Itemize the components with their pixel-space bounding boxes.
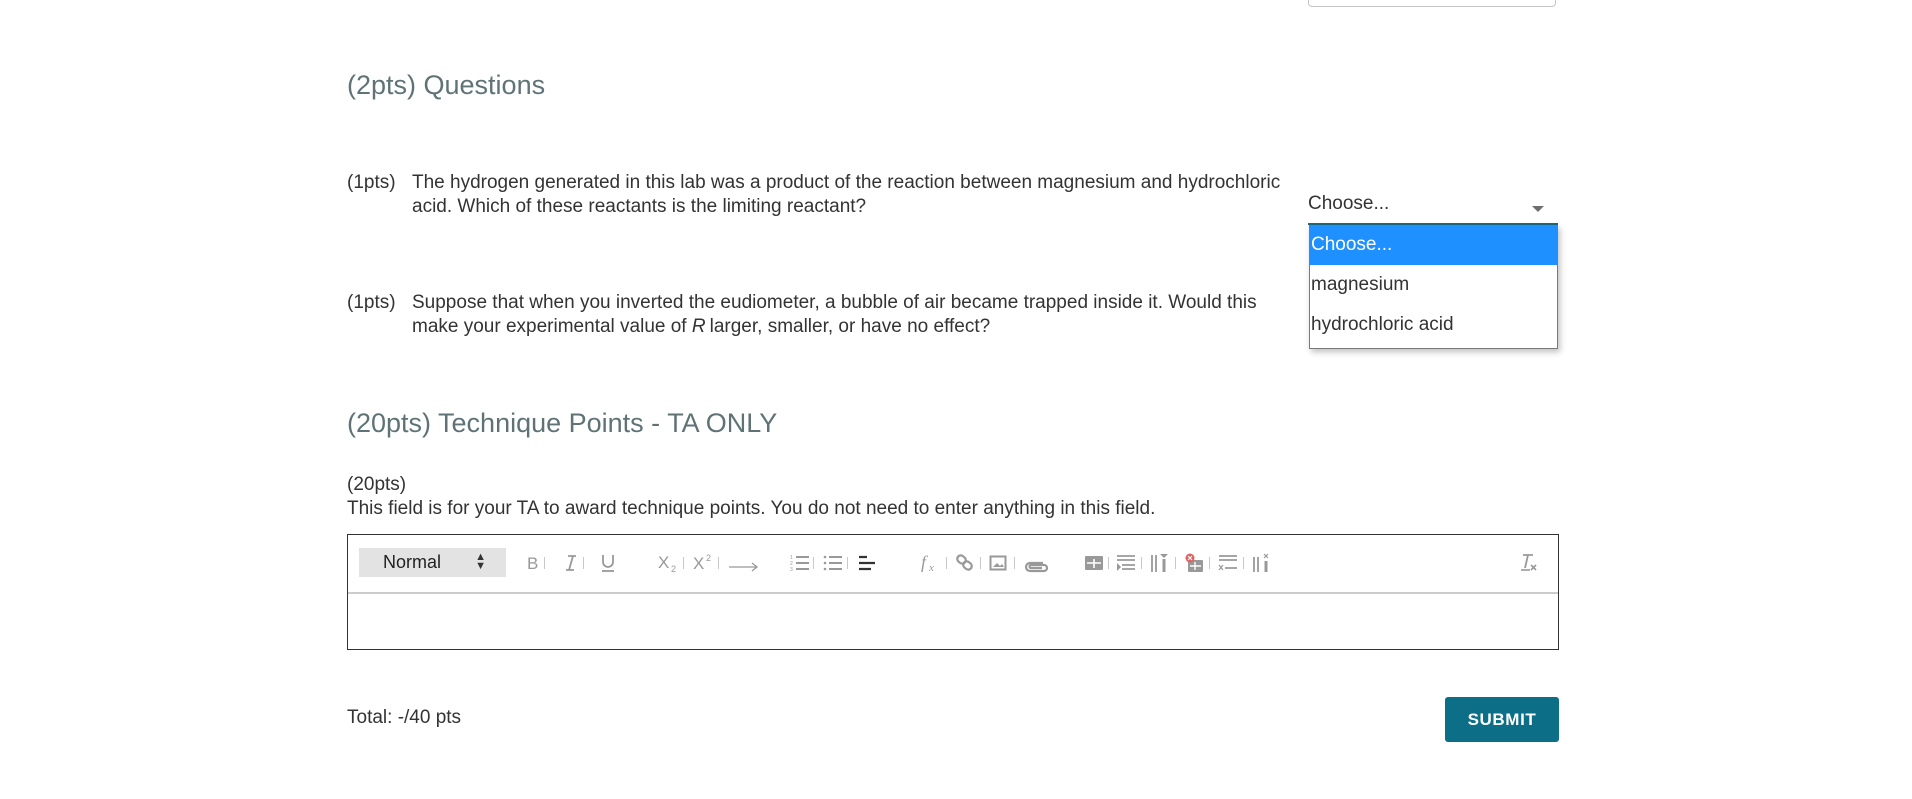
bold-icon[interactable]: B: [527, 549, 541, 577]
svg-text:3: 3: [790, 567, 793, 572]
italic-icon[interactable]: [564, 549, 578, 577]
submit-button[interactable]: SUBMIT: [1445, 697, 1559, 742]
table-icon[interactable]: [1084, 549, 1104, 577]
image-icon[interactable]: [989, 549, 1007, 577]
editor-content-area[interactable]: [348, 596, 1558, 649]
option-magnesium[interactable]: magnesium: [1310, 265, 1557, 305]
bullet-list-icon[interactable]: [823, 549, 843, 577]
rich-text-editor: Normal ▲ ▼ B X2 X2 123 f x: [347, 534, 1559, 650]
up-down-arrows-icon: ▲ ▼: [475, 551, 486, 572]
attachment-icon[interactable]: [1023, 553, 1049, 581]
technique-description: This field is for your TA to award techn…: [347, 498, 1156, 519]
ordered-list-icon[interactable]: 123: [790, 549, 810, 577]
format-select[interactable]: Normal ▲ ▼: [359, 548, 506, 577]
variable-r: R: [691, 316, 706, 337]
svg-text:X: X: [658, 553, 669, 572]
question-2-text-after: larger, smaller, or have no effect?: [709, 316, 991, 337]
svg-text:2: 2: [671, 564, 676, 573]
limiting-reactant-options-list[interactable]: Choose... magnesium hydrochloric acid: [1309, 225, 1558, 349]
subscript-icon[interactable]: X2: [658, 549, 680, 577]
format-select-value: Normal: [383, 552, 442, 572]
question-1-text: The hydrogen generated in this lab was a…: [412, 172, 1281, 217]
questions-section-heading: (2pts) Questions: [347, 70, 546, 100]
svg-text:f: f: [921, 552, 929, 572]
svg-text:2: 2: [706, 553, 711, 563]
link-icon[interactable]: [955, 549, 975, 577]
total-points: Total: -/40 pts: [347, 707, 462, 728]
question-1: (1pts) The hydrogen generated in this la…: [347, 171, 1287, 219]
insert-column-icon[interactable]: [1150, 549, 1170, 577]
insert-row-icon[interactable]: [1116, 549, 1136, 577]
technique-section-heading: (20pts) Technique Points - TA ONLY: [347, 408, 778, 438]
question-1-points: (1pts): [347, 172, 396, 193]
svg-text:B: B: [527, 554, 538, 572]
underline-icon[interactable]: [600, 549, 616, 577]
option-choose[interactable]: Choose...: [1310, 225, 1557, 265]
previous-field-box[interactable]: [1308, 0, 1556, 7]
delete-row-icon[interactable]: [1218, 549, 1238, 577]
svg-text:X: X: [693, 554, 704, 573]
editor-toolbar: Normal ▲ ▼ B X2 X2 123 f x: [348, 535, 1558, 594]
limiting-reactant-select[interactable]: Choose...: [1308, 193, 1558, 225]
option-hydrochloric-acid[interactable]: hydrochloric acid: [1310, 305, 1557, 345]
question-2: (1pts) Suppose that when you inverted th…: [347, 291, 1287, 339]
question-2-text: Suppose that when you inverted the eudio…: [412, 291, 1287, 339]
clear-format-icon[interactable]: [1518, 549, 1540, 577]
chevron-down-icon[interactable]: [1532, 206, 1544, 212]
select-current-value: Choose...: [1308, 193, 1390, 214]
align-icon[interactable]: [858, 549, 876, 577]
delete-table-icon[interactable]: [1184, 549, 1204, 577]
technique-points-label: (20pts): [347, 474, 407, 495]
superscript-icon[interactable]: X2: [693, 549, 715, 577]
svg-text:x: x: [928, 562, 934, 574]
delete-column-icon[interactable]: [1252, 549, 1272, 577]
arrow-icon[interactable]: [728, 549, 760, 577]
formula-icon[interactable]: fx: [921, 549, 943, 577]
question-2-points: (1pts): [347, 292, 396, 313]
